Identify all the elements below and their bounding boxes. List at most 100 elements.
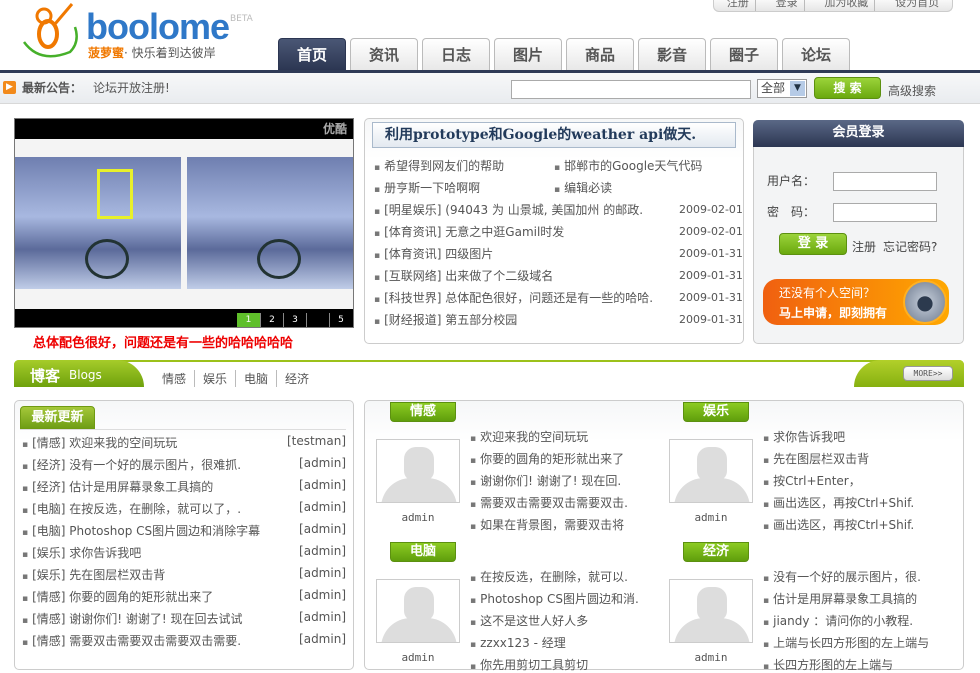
- category-item[interactable]: 这不是这世人好人多: [470, 612, 588, 629]
- logo-wordmark[interactable]: boolome: [86, 6, 230, 48]
- category-item[interactable]: 没有一个好的展示图片，很.: [763, 568, 921, 585]
- category-item[interactable]: 欢迎来我的空间玩玩: [470, 428, 588, 445]
- category-tab[interactable]: 娱乐: [683, 402, 749, 422]
- slide-page-3[interactable]: 3: [283, 313, 306, 327]
- apply-space-banner[interactable]: 还没有个人空间？ 马上申请，即刻拥有 ●: [763, 279, 949, 325]
- latest-item[interactable]: [电脑] Photoshop CS图片圆边和消除字幕: [22, 522, 260, 539]
- category-item[interactable]: 估计是用屏幕录象工具搞的: [763, 590, 917, 607]
- latest-item[interactable]: [娱乐] 先在图层栏双击背: [22, 566, 165, 583]
- avatar[interactable]: [376, 579, 460, 643]
- avatar-username[interactable]: admin: [376, 511, 460, 524]
- latest-author[interactable]: [testman]: [287, 434, 346, 448]
- advanced-search-link[interactable]: 高级搜索: [888, 82, 936, 99]
- blog-cat-entertainment[interactable]: 娱乐: [195, 370, 237, 387]
- category-item[interactable]: 你先用剪切工具剪切: [470, 656, 588, 673]
- slide-page-5[interactable]: 5: [329, 313, 352, 327]
- register-link[interactable]: 注册: [721, 0, 756, 11]
- slide-page-1[interactable]: 1: [237, 313, 260, 327]
- avatar-username[interactable]: admin: [376, 651, 460, 664]
- category-item[interactable]: 长四方形图的左上端与: [763, 656, 893, 673]
- news-item[interactable]: [互联网络] 出来做了个二级域名: [374, 267, 553, 284]
- category-item[interactable]: 按Ctrl+Enter，: [763, 472, 861, 489]
- blog-cat-computer[interactable]: 电脑: [236, 370, 278, 387]
- category-item[interactable]: 先在图层栏双击背: [763, 450, 869, 467]
- latest-author[interactable]: [admin]: [299, 544, 346, 558]
- latest-item[interactable]: [情感] 你要的圆角的矩形就出来了: [22, 588, 213, 605]
- search-input[interactable]: [511, 80, 751, 99]
- category-tab[interactable]: 电脑: [390, 542, 456, 562]
- latest-item[interactable]: [情感] 需要双击需要双击需要双击需要.: [22, 632, 241, 649]
- avatar[interactable]: [376, 439, 460, 503]
- bookmark-link[interactable]: 加为收藏: [818, 0, 876, 11]
- category-tab[interactable]: 情感: [390, 402, 456, 422]
- latest-author[interactable]: [admin]: [299, 566, 346, 580]
- search-scope-select[interactable]: 全部 ▼: [757, 79, 807, 98]
- news-link[interactable]: 编辑必读: [554, 179, 612, 196]
- slide-page-4[interactable]: [306, 313, 329, 327]
- latest-item[interactable]: [情感] 谢谢你们! 谢谢了! 现在回去试试: [22, 610, 242, 627]
- category-item[interactable]: 画出选区，再按Ctrl+Shif.: [763, 516, 914, 533]
- tab-media[interactable]: 影音: [638, 38, 706, 70]
- username-input[interactable]: [833, 172, 937, 191]
- latest-author[interactable]: [admin]: [299, 588, 346, 602]
- news-item[interactable]: [财经报道] 第五部分校园: [374, 311, 517, 328]
- latest-author[interactable]: [admin]: [299, 632, 346, 646]
- avatar[interactable]: [669, 439, 753, 503]
- tab-products[interactable]: 商品: [566, 38, 634, 70]
- login-button[interactable]: 登 录: [779, 233, 847, 255]
- tab-circles[interactable]: 圈子: [710, 38, 778, 70]
- latest-item[interactable]: [电脑] 在按反选，在删除，就可以了，.: [22, 500, 241, 517]
- tab-news[interactable]: 资讯: [350, 38, 418, 70]
- latest-author[interactable]: [admin]: [299, 478, 346, 492]
- category-item[interactable]: 如果在背景图，需要双击将: [470, 516, 624, 533]
- news-headline[interactable]: 利用prototype和Google的weather api做天.: [372, 122, 736, 148]
- tab-forum[interactable]: 论坛: [782, 38, 850, 70]
- category-item[interactable]: 上端与长四方形图的左上端与: [763, 634, 929, 651]
- set-homepage-link[interactable]: 设为首页: [889, 0, 945, 11]
- slideshow[interactable]: 优酷 1 2 3 5: [14, 118, 354, 328]
- category-item[interactable]: 在按反选，在删除，就可以.: [470, 568, 628, 585]
- latest-author[interactable]: [admin]: [299, 610, 346, 624]
- latest-author[interactable]: [admin]: [299, 500, 346, 514]
- news-link[interactable]: 册亨斯一下哈啊啊: [374, 179, 480, 196]
- avatar[interactable]: [669, 579, 753, 643]
- category-item[interactable]: 谢谢你们! 谢谢了! 现在回.: [470, 472, 621, 489]
- news-item[interactable]: [科技世界] 总体配色很好，问题还是有一些的哈哈.: [374, 289, 653, 306]
- news-item[interactable]: [明星娱乐] (94043 为 山景城, 美国加州 的邮政.: [374, 201, 643, 218]
- category-item[interactable]: 需要双击需要双击需要双击.: [470, 494, 628, 511]
- logo-icon[interactable]: [20, 2, 80, 62]
- latest-item[interactable]: [经济] 估计是用屏幕录象工具搞的: [22, 478, 213, 495]
- slide-caption[interactable]: 总体配色很好，问题还是有一些的哈哈哈哈哈: [33, 332, 293, 351]
- category-item[interactable]: 求你告诉我吧: [763, 428, 845, 445]
- news-item[interactable]: [体育资讯] 四级图片: [374, 245, 493, 262]
- notice-text[interactable]: 论坛开放注册!: [93, 79, 170, 96]
- more-button[interactable]: MORE>>: [903, 366, 953, 381]
- blog-cat-economy[interactable]: 经济: [277, 370, 317, 387]
- category-item[interactable]: zzxx123 - 经理: [470, 634, 566, 651]
- category-item[interactable]: Photoshop CS图片圆边和消.: [470, 590, 639, 607]
- forgot-password-link[interactable]: 忘记密码?: [883, 238, 937, 255]
- register-link[interactable]: 注册: [852, 238, 876, 255]
- category-item[interactable]: jiandy ：请问你的小教程.: [763, 612, 913, 629]
- slide-page-2[interactable]: 2: [260, 313, 283, 327]
- avatar-username[interactable]: admin: [669, 511, 753, 524]
- blog-cat-emotion[interactable]: 情感: [162, 370, 196, 387]
- latest-author[interactable]: [admin]: [299, 522, 346, 536]
- avatar-username[interactable]: admin: [669, 651, 753, 664]
- news-link[interactable]: 邯郸市的Google天气代码: [554, 157, 702, 174]
- category-tab[interactable]: 经济: [683, 542, 749, 562]
- latest-item[interactable]: [经济] 没有一个好的展示图片，很难抓.: [22, 456, 241, 473]
- password-input[interactable]: [833, 203, 937, 222]
- tab-journal[interactable]: 日志: [422, 38, 490, 70]
- tab-pictures[interactable]: 图片: [494, 38, 562, 70]
- news-item[interactable]: [体育资讯] 无意之中逛Gamil时发: [374, 223, 564, 240]
- tab-home[interactable]: 首页: [278, 38, 346, 70]
- category-item[interactable]: 画出选区，再按Ctrl+Shif.: [763, 494, 914, 511]
- latest-item[interactable]: [情感] 欢迎来我的空间玩玩: [22, 434, 177, 451]
- news-link[interactable]: 希望得到网友们的帮助: [374, 157, 504, 174]
- latest-item[interactable]: [娱乐] 求你告诉我吧: [22, 544, 141, 561]
- login-link[interactable]: 登录: [770, 0, 805, 11]
- search-button[interactable]: 搜 索: [814, 77, 881, 99]
- latest-author[interactable]: [admin]: [299, 456, 346, 470]
- category-item[interactable]: 你要的圆角的矩形就出来了: [470, 450, 624, 467]
